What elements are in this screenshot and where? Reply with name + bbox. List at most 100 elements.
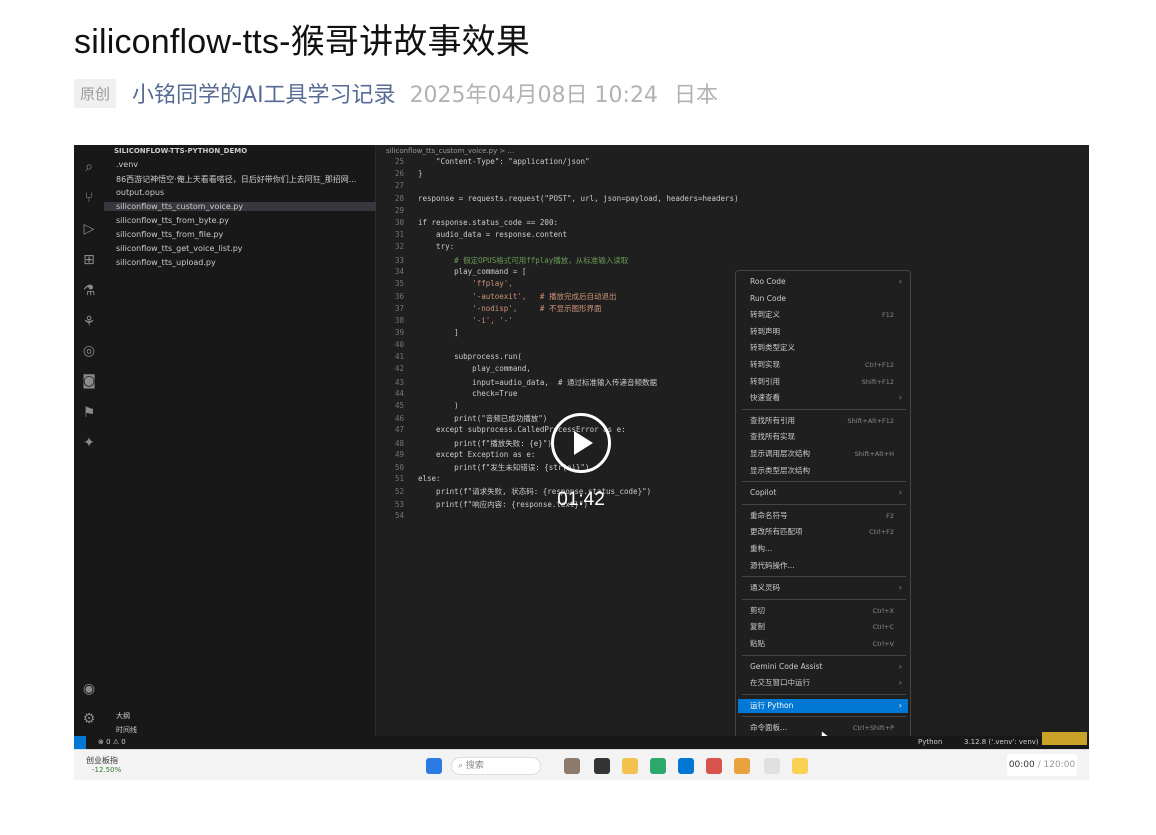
- context-menu-item[interactable]: 复制 Ctrl+C: [738, 620, 908, 634]
- code-line[interactable]: 26}: [376, 169, 423, 178]
- context-menu-item[interactable]: Roo Code ›: [738, 275, 908, 289]
- context-menu-item[interactable]: 在交互窗口中运行 ›: [738, 676, 908, 690]
- code-line[interactable]: 41 subprocess.run(: [376, 352, 522, 361]
- code-line[interactable]: 40: [376, 340, 418, 349]
- file-item-active[interactable]: siliconflow_tts_custom_voice.py: [104, 202, 376, 211]
- sparkle-icon[interactable]: ✦: [81, 435, 97, 451]
- qq-icon[interactable]: [792, 758, 808, 774]
- code-line[interactable]: 29: [376, 206, 418, 215]
- context-menu-item[interactable]: 转到声明: [738, 325, 908, 339]
- file-item[interactable]: output.opus: [116, 188, 164, 197]
- author-link[interactable]: 小铭同学的AI工具学习记录: [132, 77, 396, 109]
- code-line[interactable]: 51 else:: [376, 474, 441, 483]
- context-menu-item[interactable]: 转到引用 Shift+F12: [738, 375, 908, 389]
- context-menu-item[interactable]: 显示调用层次结构 Shift+Alt+H: [738, 447, 908, 461]
- code-line[interactable]: 33 # 假定OPUS格式可用ffplay播放，从标准输入读取: [376, 255, 628, 266]
- code-line[interactable]: 31 audio_data = response.content: [376, 230, 567, 239]
- code-line[interactable]: 45 ): [376, 401, 459, 410]
- task-view-icon[interactable]: [594, 758, 610, 774]
- context-menu-item[interactable]: 转到类型定义: [738, 341, 908, 355]
- code-line[interactable]: 36 '-autoexit', # 播放完成后自动退出: [376, 291, 616, 302]
- source-control-icon[interactable]: ⑂: [81, 190, 97, 206]
- context-menu-item[interactable]: Gemini Code Assist ›: [738, 660, 908, 674]
- code-line[interactable]: 48 print(f"播放失败: {e}"): [376, 438, 552, 449]
- chrome-icon[interactable]: [734, 758, 750, 774]
- context-menu-item[interactable]: 转到定义 F12: [738, 308, 908, 322]
- bird-icon[interactable]: ⚑: [81, 405, 97, 421]
- context-menu-item[interactable]: 重命名符号 F2: [738, 509, 908, 523]
- context-menu-item[interactable]: Copilot ›: [738, 486, 908, 500]
- python-version[interactable]: 3.12.8 ('.venv': venv): [964, 738, 1039, 746]
- context-menu-item[interactable]: 重构...: [738, 542, 908, 556]
- code-line[interactable]: 54: [376, 511, 418, 520]
- copilot-status[interactable]: [1042, 732, 1087, 745]
- menu-separator: [742, 576, 906, 578]
- code-editor[interactable]: siliconflow_tts_custom_voice.py > ... 25…: [376, 145, 1089, 740]
- robot-icon[interactable]: ◙: [81, 373, 97, 389]
- context-menu-item[interactable]: 粘贴 Ctrl+V: [738, 637, 908, 651]
- context-menu-item[interactable]: 快速查看 ›: [738, 391, 908, 405]
- context-menu-item[interactable]: 源代码操作...: [738, 559, 908, 573]
- file-item[interactable]: .venv: [116, 160, 138, 169]
- timeline-section[interactable]: 时间线: [116, 725, 137, 735]
- taskbar-search[interactable]: ⌕ 搜索: [451, 757, 541, 775]
- problems-count[interactable]: ⊗ 0 ⚠ 0: [98, 738, 126, 746]
- edge-icon[interactable]: [650, 758, 666, 774]
- file-item[interactable]: siliconflow_tts_from_byte.py: [116, 216, 229, 225]
- code-line[interactable]: 32 try:: [376, 242, 454, 251]
- context-menu-item[interactable]: 运行 Python ›: [738, 698, 908, 713]
- run-debug-icon[interactable]: ▷: [81, 221, 97, 237]
- code-line[interactable]: 50 print(f"发生未知错误: {str(e)}"): [376, 462, 589, 473]
- code-line[interactable]: 38 '-i', '-': [376, 316, 513, 325]
- code-line[interactable]: 43 input=audio_data, # 通过标准输入传递音频数据: [376, 377, 657, 388]
- code-line[interactable]: 42 play_command,: [376, 364, 531, 373]
- code-line[interactable]: 44 check=True: [376, 389, 517, 398]
- file-item[interactable]: siliconflow_tts_upload.py: [116, 258, 216, 267]
- context-menu-item[interactable]: 查找所有引用 Shift+Alt+F12: [738, 414, 908, 428]
- code-line[interactable]: 25 "Content-Type": "application/json": [376, 157, 590, 166]
- line-number: 49: [394, 449, 404, 459]
- file-item[interactable]: siliconflow_tts_from_file.py: [116, 230, 223, 239]
- context-menu-item[interactable]: 显示类型层次结构: [738, 464, 908, 478]
- article-meta: 原创 小铭同学的AI工具学习记录 2025年04月08日 10:24 日本: [74, 77, 718, 109]
- code-line[interactable]: 39 ]: [376, 328, 459, 337]
- settings-sync-icon[interactable]: ◎: [81, 343, 97, 359]
- gear-icon[interactable]: ⚙: [81, 711, 97, 727]
- code-line[interactable]: 27: [376, 181, 418, 190]
- line-number: 34: [394, 266, 404, 276]
- text-icon[interactable]: [764, 758, 780, 774]
- context-menu-item[interactable]: 剪切 Ctrl+X: [738, 604, 908, 618]
- context-menu-item[interactable]: 通义灵码 ›: [738, 581, 908, 595]
- windows-start-icon[interactable]: [426, 758, 442, 774]
- code-line[interactable]: 30 if response.status_code == 200:: [376, 218, 558, 227]
- code-line[interactable]: 35 'ffplay',: [376, 279, 513, 288]
- app-icon[interactable]: [564, 758, 580, 774]
- code-line[interactable]: 37 '-nodisp', # 不显示图形界面: [376, 303, 601, 314]
- video-player[interactable]: ⌕ ⑂ ▷ ⊞ ⚗ ⚘ ◎ ◙ ⚑ ✦ ◉ ⚙ SILICONFLOW-TTS-…: [74, 145, 1089, 780]
- extensions-icon[interactable]: ⊞: [81, 252, 97, 268]
- context-menu-item[interactable]: 更改所有匹配项 Ctrl+F2: [738, 525, 908, 539]
- code-line[interactable]: 49 except Exception as e:: [376, 450, 535, 459]
- account-icon[interactable]: ◉: [81, 681, 97, 697]
- file-item[interactable]: 86西游记神悟空·俺上天看看嗒径，日后好带你们上去阿狂_那招网...: [116, 174, 356, 185]
- testing-icon[interactable]: ⚗: [81, 283, 97, 299]
- file-item[interactable]: siliconflow_tts_get_voice_list.py: [116, 244, 243, 253]
- code-line[interactable]: 34 play_command = [: [376, 267, 526, 276]
- app-icon[interactable]: [706, 758, 722, 774]
- code-line[interactable]: 28 response = requests.request("POST", ur…: [376, 194, 739, 203]
- remote-icon[interactable]: ⚘: [81, 314, 97, 330]
- line-number: 51: [394, 474, 404, 484]
- context-menu-item[interactable]: 查找所有实现: [738, 430, 908, 444]
- remote-indicator[interactable]: [74, 736, 86, 749]
- breadcrumb[interactable]: siliconflow_tts_custom_voice.py > ...: [386, 147, 514, 155]
- search-icon[interactable]: ⌕: [81, 159, 97, 175]
- vscode-icon[interactable]: [678, 758, 694, 774]
- context-menu-item[interactable]: 转到实现 Ctrl+F12: [738, 358, 908, 372]
- line-number: 46: [394, 414, 404, 424]
- file-explorer-icon[interactable]: [622, 758, 638, 774]
- outline-section[interactable]: 大纲: [116, 711, 130, 721]
- play-button[interactable]: [551, 413, 611, 473]
- code-line[interactable]: 46 print("音频已成功播放"): [376, 413, 547, 424]
- language-mode[interactable]: Python: [918, 738, 942, 746]
- context-menu-item[interactable]: Run Code: [738, 292, 908, 306]
